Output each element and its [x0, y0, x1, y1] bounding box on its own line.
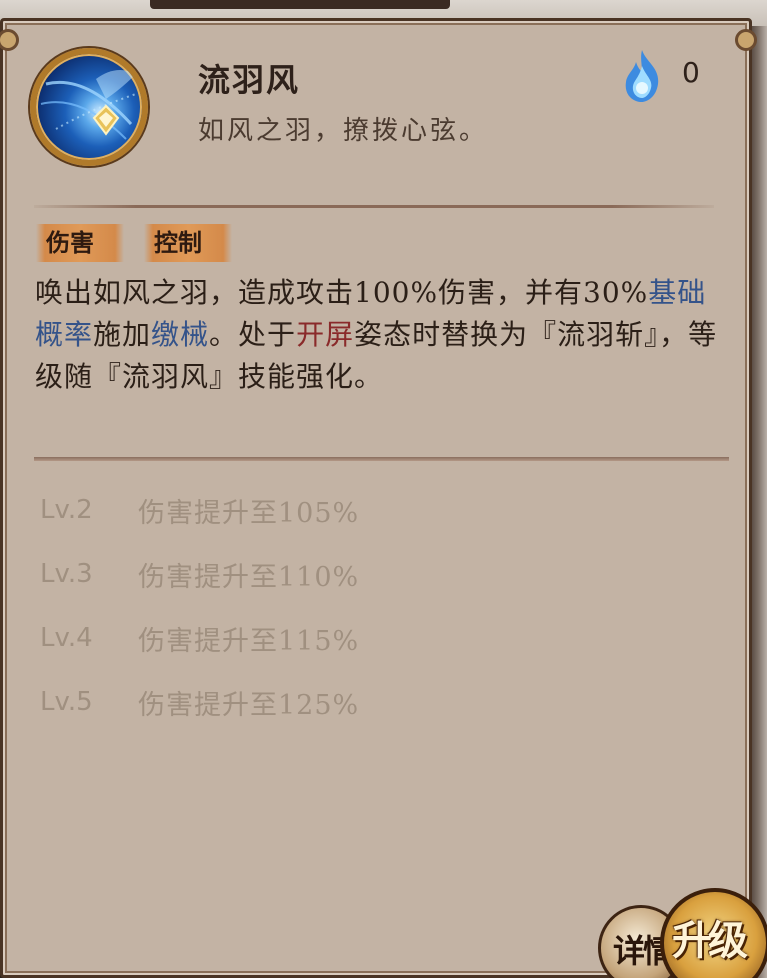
blue-spirit-flame-icon: [625, 50, 659, 102]
feather-skill-icon: [30, 48, 148, 166]
skill-name: 流羽风: [198, 61, 301, 99]
description-text: 唤出如风之羽，造成攻击100%伤害，并有30%: [35, 276, 649, 309]
skill-subtitle: 如风之羽，撩拨心弦。: [198, 116, 489, 146]
level-effect: 伤害提升至110%: [138, 561, 360, 593]
level-row: Lv.4 伤害提升至115%: [40, 606, 640, 670]
upgrade-button-label: 升级: [672, 917, 748, 964]
cost-value: 0: [682, 56, 700, 89]
top-dark-bar: [150, 0, 450, 9]
keyword-disarm: 缴械: [151, 318, 210, 351]
tag-damage: 伤害: [36, 224, 124, 262]
level-label: Lv.2: [40, 495, 93, 525]
level-row: Lv.3 伤害提升至110%: [40, 542, 640, 606]
description-text: 。处于: [209, 318, 297, 351]
levels-divider: [34, 457, 729, 461]
level-label: Lv.3: [40, 559, 93, 589]
level-effect: 伤害提升至115%: [138, 625, 360, 657]
level-effect: 伤害提升至125%: [138, 689, 360, 721]
corner-ornament-right: [735, 29, 757, 51]
level-label: Lv.5: [40, 687, 93, 717]
level-row: Lv.2 伤害提升至105%: [40, 478, 640, 542]
description-text: 施加: [93, 318, 152, 351]
skill-description: 唤出如风之羽，造成攻击100%伤害，并有30%基础概率施加缴械。处于开屏姿态时替…: [35, 272, 735, 398]
level-row: Lv.5 伤害提升至125%: [40, 670, 640, 734]
level-effect: 伤害提升至105%: [138, 497, 360, 529]
keyword-open-screen: 开屏: [296, 318, 355, 351]
level-list: Lv.2 伤害提升至105% Lv.3 伤害提升至110% Lv.4 伤害提升至…: [40, 478, 640, 734]
level-label: Lv.4: [40, 623, 93, 653]
header-divider: [34, 205, 714, 208]
tag-control: 控制: [144, 224, 232, 262]
corner-ornament-left: [0, 29, 19, 51]
